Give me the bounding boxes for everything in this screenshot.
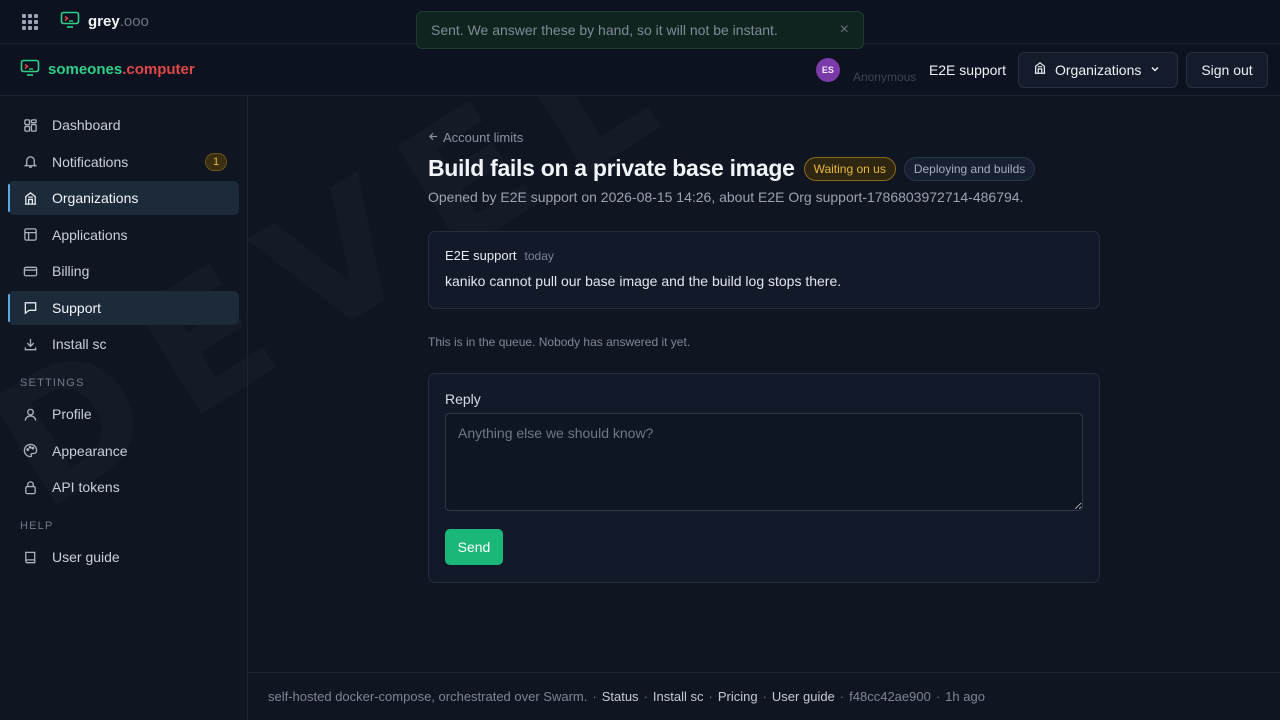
back-link[interactable]: Account limits bbox=[428, 130, 1100, 145]
close-icon[interactable]: × bbox=[840, 21, 849, 39]
footer: self-hosted docker-compose, orchestrated… bbox=[248, 672, 1280, 720]
page-title: Build fails on a private base image bbox=[428, 155, 795, 181]
help-section-label: HELP bbox=[20, 520, 54, 532]
organizations-button-label: Organizations bbox=[1055, 61, 1142, 78]
avatar[interactable]: ES bbox=[815, 57, 840, 82]
ticket-meta: Opened by E2E support on 2026-08-15 14:2… bbox=[428, 189, 1024, 205]
sidebar-item-install-sc[interactable]: Install sc bbox=[8, 327, 239, 361]
brand-name: someones.computer bbox=[48, 61, 195, 78]
sidebar-item-label: Profile bbox=[52, 406, 92, 422]
sidebar-item-applications[interactable]: Applications bbox=[8, 218, 239, 252]
sidebar-item-appearance[interactable]: Appearance bbox=[8, 434, 239, 468]
monitor-icon bbox=[20, 59, 40, 81]
sidebar-item-api-tokens[interactable]: API tokens bbox=[8, 470, 239, 504]
main-content: Account limits Build fails on a private … bbox=[248, 96, 1280, 672]
apps-grid-icon[interactable] bbox=[22, 13, 38, 30]
lock-icon bbox=[22, 479, 38, 495]
app-header: someones.computer ES Anonymous E2E suppo… bbox=[0, 44, 1280, 96]
sidebar-item-user-guide[interactable]: User guide bbox=[8, 540, 239, 574]
reply-label: Reply bbox=[445, 391, 481, 407]
monitor-icon bbox=[60, 11, 80, 32]
chat-icon bbox=[22, 300, 38, 316]
sidebar-item-label: Applications bbox=[52, 226, 128, 243]
sent-toast: Sent. We answer these by hand, so it wil… bbox=[416, 11, 864, 49]
palette-icon bbox=[22, 443, 38, 459]
grey-app-name: grey.ooo bbox=[88, 13, 149, 30]
sidebar-item-organizations[interactable]: Organizations bbox=[8, 181, 239, 215]
send-button[interactable]: Send bbox=[445, 529, 503, 565]
reply-form: Reply Send bbox=[428, 373, 1100, 583]
footer-link-user-guide[interactable]: User guide bbox=[772, 689, 835, 704]
sidebar-item-label: Notifications bbox=[52, 153, 129, 170]
user-icon bbox=[22, 406, 38, 422]
sidebar-item-label: Organizations bbox=[52, 190, 139, 206]
grey-logo[interactable]: grey.ooo bbox=[60, 11, 149, 32]
category-badge: Deploying and builds bbox=[903, 156, 1036, 181]
sidebar-item-label: API tokens bbox=[52, 479, 120, 495]
building-icon bbox=[1033, 61, 1047, 78]
footer-link-pricing[interactable]: Pricing bbox=[718, 689, 758, 704]
sidebar-item-profile[interactable]: Profile bbox=[8, 397, 239, 431]
message-time: today bbox=[524, 249, 554, 263]
building-icon bbox=[22, 190, 38, 206]
sidebar-item-label: Dashboard bbox=[52, 117, 121, 133]
sidebar-item-label: Install sc bbox=[52, 336, 107, 352]
chevron-down-icon bbox=[1149, 62, 1161, 78]
sidebar: Dashboard Notifications 1 Organizations … bbox=[0, 96, 248, 720]
sidebar-item-label: Billing bbox=[52, 263, 90, 279]
queue-note: This is in the queue. Nobody has answere… bbox=[428, 335, 691, 349]
sidebar-item-notifications[interactable]: Notifications 1 bbox=[8, 145, 239, 179]
sidebar-item-label: Support bbox=[52, 299, 102, 316]
sidebar-item-label: User guide bbox=[52, 549, 120, 565]
sidebar-item-support[interactable]: Support bbox=[8, 290, 239, 325]
reply-textarea[interactable] bbox=[445, 413, 1083, 511]
brand-logo[interactable]: someones.computer bbox=[20, 59, 195, 81]
settings-section-label: SETTINGS bbox=[20, 377, 85, 389]
sign-out-button[interactable]: Sign out bbox=[1186, 51, 1268, 88]
footer-text: self-hosted docker-compose, orchestrated… bbox=[268, 689, 588, 704]
message-body: kaniko cannot pull our base image and th… bbox=[445, 273, 842, 289]
dashboard-icon bbox=[22, 117, 38, 133]
footer-link-install-sc[interactable]: Install sc bbox=[653, 689, 704, 704]
user-name[interactable]: E2E support bbox=[929, 62, 1006, 78]
layout-icon bbox=[22, 227, 38, 243]
anonymous-label: Anonymous bbox=[852, 70, 917, 83]
book-icon bbox=[22, 549, 38, 565]
sidebar-item-billing[interactable]: Billing bbox=[8, 254, 239, 288]
sidebar-item-dashboard[interactable]: Dashboard bbox=[8, 108, 239, 142]
sidebar-item-label: Appearance bbox=[52, 442, 128, 459]
footer-commit: f48cc42ae900 bbox=[849, 689, 931, 704]
notification-count-badge: 1 bbox=[205, 152, 227, 171]
message-author: E2E support bbox=[445, 248, 517, 263]
footer-link-status[interactable]: Status bbox=[602, 689, 639, 704]
bell-icon bbox=[22, 154, 38, 170]
toast-message: Sent. We answer these by hand, so it wil… bbox=[431, 22, 778, 38]
footer-age: 1h ago bbox=[945, 689, 985, 704]
back-link-label: Account limits bbox=[443, 130, 524, 145]
organizations-dropdown-button[interactable]: Organizations bbox=[1018, 51, 1178, 88]
message-card: E2E support today kaniko cannot pull our… bbox=[428, 231, 1100, 309]
download-icon bbox=[22, 336, 38, 352]
arrow-left-icon bbox=[428, 130, 439, 145]
card-icon bbox=[22, 263, 38, 279]
status-badge: Waiting on us bbox=[803, 156, 896, 181]
